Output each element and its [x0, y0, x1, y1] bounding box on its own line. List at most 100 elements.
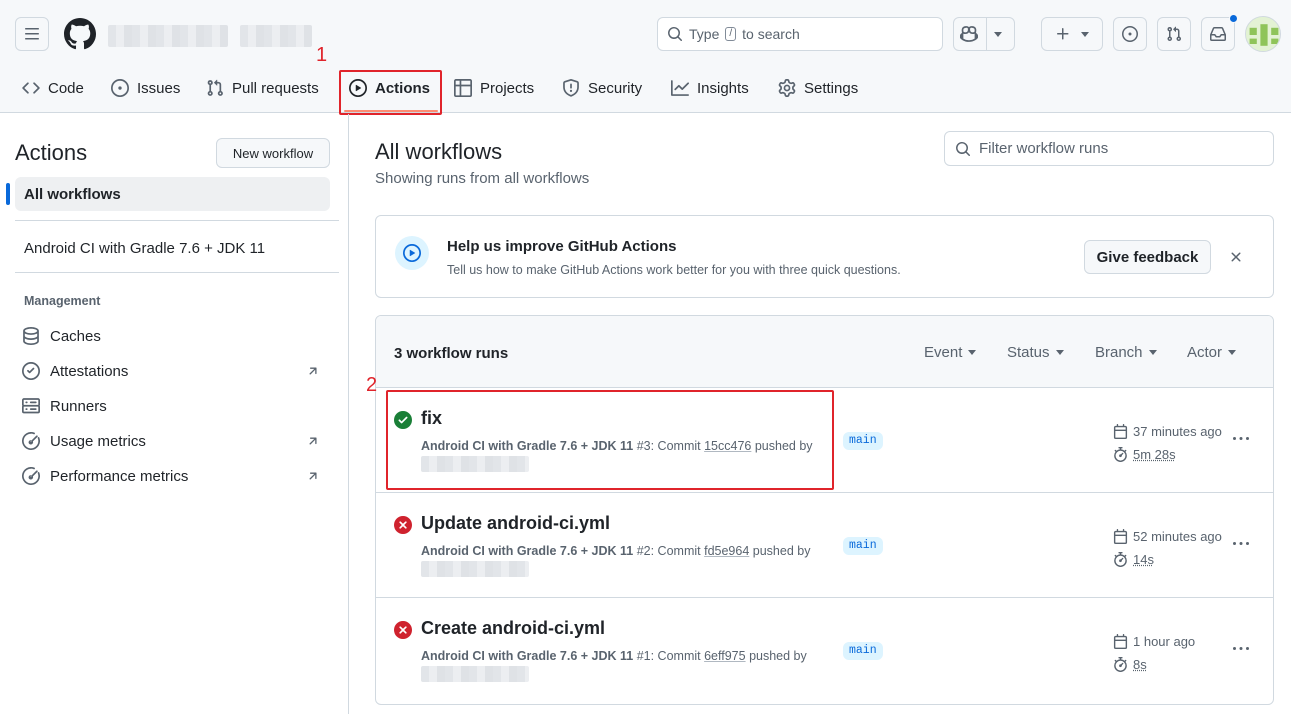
- run-meta: Android CI with Gradle 7.6 + JDK 11 #2: …: [421, 544, 810, 558]
- user-avatar[interactable]: [1245, 16, 1281, 52]
- meter-icon: [22, 432, 40, 450]
- repo-name-redacted[interactable]: [240, 25, 312, 47]
- chevron-down-icon: [1055, 350, 1064, 355]
- branch-label[interactable]: main: [843, 642, 883, 660]
- tab-label: Issues: [137, 79, 181, 97]
- sidebar-item-all-workflows[interactable]: All workflows: [6, 177, 330, 211]
- your-issues-button[interactable]: [1113, 17, 1147, 51]
- search-suffix: to search: [742, 26, 800, 42]
- filter-label: Branch: [1095, 344, 1143, 361]
- tab-label: Projects: [480, 79, 535, 97]
- run-title-link[interactable]: Update android-ci.yml: [421, 513, 610, 534]
- run-time-text: 1 hour ago: [1133, 634, 1196, 649]
- chevron-down-icon: [968, 350, 977, 355]
- tab-pull-requests[interactable]: Pull requests: [206, 68, 319, 108]
- sidebar-item-usage-metrics[interactable]: Usage metrics: [22, 430, 322, 452]
- branch-label[interactable]: main: [843, 537, 883, 555]
- annotation-label-1: 1: [316, 44, 328, 66]
- commit-sha-link[interactable]: 6eff975: [704, 649, 745, 663]
- actor-name-redacted[interactable]: [421, 561, 529, 577]
- runs-list-header: 3 workflow runs Event Status Branch Acto…: [376, 316, 1273, 388]
- run-time-text: 37 minutes ago: [1133, 424, 1222, 439]
- filter-label: Actor: [1187, 344, 1223, 361]
- run-title-link[interactable]: Create android-ci.yml: [421, 618, 605, 639]
- run-duration-text: 14s: [1133, 552, 1154, 567]
- run-meta: Android CI with Gradle 7.6 + JDK 11 #1: …: [421, 649, 807, 663]
- table-icon: [454, 79, 472, 97]
- tab-insights[interactable]: Insights: [671, 68, 749, 108]
- run-started-time: 1 hour ago: [1113, 634, 1195, 649]
- x-circle-fill-icon: [394, 516, 412, 534]
- branch-label[interactable]: main: [843, 432, 883, 450]
- pushed-by-text: pushed by: [749, 649, 807, 663]
- tab-code[interactable]: Code: [22, 68, 84, 108]
- sidebar-item-runners[interactable]: Runners: [22, 395, 322, 417]
- tab-label: Settings: [804, 79, 859, 97]
- chevron-down-icon: [1081, 31, 1089, 37]
- sidebar-item-workflow[interactable]: Android CI with Gradle 7.6 + JDK 11: [24, 240, 265, 257]
- close-icon[interactable]: [1228, 249, 1244, 265]
- status-filter-dropdown[interactable]: Status: [1007, 344, 1064, 361]
- hamburger-icon: [25, 28, 39, 40]
- new-workflow-button[interactable]: New workflow: [216, 138, 330, 168]
- give-feedback-button[interactable]: Give feedback: [1084, 240, 1211, 274]
- page-subtitle: Showing runs from all workflows: [375, 170, 590, 187]
- search-prefix: Type: [689, 26, 720, 42]
- tab-label: Security: [588, 79, 643, 97]
- actor-name-redacted[interactable]: [421, 666, 529, 682]
- owner-name-redacted[interactable]: [108, 25, 228, 47]
- workflow-run-row[interactable]: Update android-ci.yml Android CI with Gr…: [376, 493, 1273, 598]
- kebab-horizontal-icon[interactable]: [1231, 431, 1251, 447]
- branch-filter-dropdown[interactable]: Branch: [1095, 344, 1157, 361]
- pushed-by-text: pushed by: [752, 544, 811, 558]
- annotation-label-2: 2: [366, 374, 378, 396]
- filter-workflow-runs-input[interactable]: Filter workflow runs: [944, 131, 1274, 166]
- sidebar-divider: [15, 272, 339, 273]
- actions-sidebar: Actions New workflow All workflows Andro…: [0, 114, 349, 714]
- copilot-icon: [960, 26, 978, 42]
- tab-settings[interactable]: Settings: [778, 68, 858, 108]
- run-workflow-name: Android CI with Gradle 7.6 + JDK 11: [421, 649, 634, 663]
- chevron-down-icon: [994, 31, 1002, 37]
- banner-text: Tell us how to make GitHub Actions work …: [447, 263, 901, 277]
- page-title: All workflows: [375, 139, 503, 164]
- search-shortcut-key: /: [725, 27, 737, 41]
- play-icon-circle: [395, 236, 429, 270]
- run-started-time: 52 minutes ago: [1113, 529, 1222, 544]
- tab-security[interactable]: Security: [562, 68, 642, 108]
- server-icon: [22, 398, 40, 414]
- plus-icon: [1057, 28, 1069, 40]
- your-pull-requests-button[interactable]: [1157, 17, 1191, 51]
- event-filter-dropdown[interactable]: Event: [924, 344, 977, 361]
- sidebar-item-attestations[interactable]: Attestations: [22, 360, 322, 382]
- sidebar-item-caches[interactable]: Caches: [22, 325, 322, 347]
- menu-button[interactable]: [15, 17, 49, 51]
- issue-opened-icon: [1122, 26, 1138, 42]
- kebab-horizontal-icon[interactable]: [1231, 536, 1251, 552]
- stopwatch-icon: [1114, 657, 1127, 672]
- run-time-text: 52 minutes ago: [1133, 529, 1222, 544]
- management-label: Performance metrics: [50, 467, 189, 485]
- tab-projects[interactable]: Projects: [454, 68, 534, 108]
- play-icon: [403, 244, 421, 262]
- commit-sha-link[interactable]: fd5e964: [704, 544, 749, 558]
- search-icon: [668, 27, 682, 41]
- x-circle-fill-icon: [394, 621, 412, 639]
- workflow-run-row[interactable]: Create android-ci.yml Android CI with Gr…: [376, 598, 1273, 703]
- management-label: Caches: [50, 327, 101, 345]
- calendar-icon: [1113, 424, 1128, 439]
- tab-issues[interactable]: Issues: [111, 68, 180, 108]
- copilot-button[interactable]: [953, 17, 1015, 51]
- actor-filter-dropdown[interactable]: Actor: [1187, 344, 1237, 361]
- calendar-icon: [1113, 634, 1128, 649]
- tab-label: Insights: [697, 79, 749, 97]
- sidebar-item-performance-metrics[interactable]: Performance metrics: [22, 465, 322, 487]
- global-search-input[interactable]: Type / to search: [657, 17, 943, 51]
- create-new-button[interactable]: [1041, 17, 1103, 51]
- kebab-horizontal-icon[interactable]: [1231, 641, 1251, 657]
- run-duration: 8s: [1113, 657, 1147, 672]
- management-label: Attestations: [50, 362, 129, 380]
- calendar-icon: [1113, 529, 1128, 544]
- arrow-up-right-icon: [309, 472, 317, 480]
- github-logo-icon[interactable]: [64, 18, 96, 50]
